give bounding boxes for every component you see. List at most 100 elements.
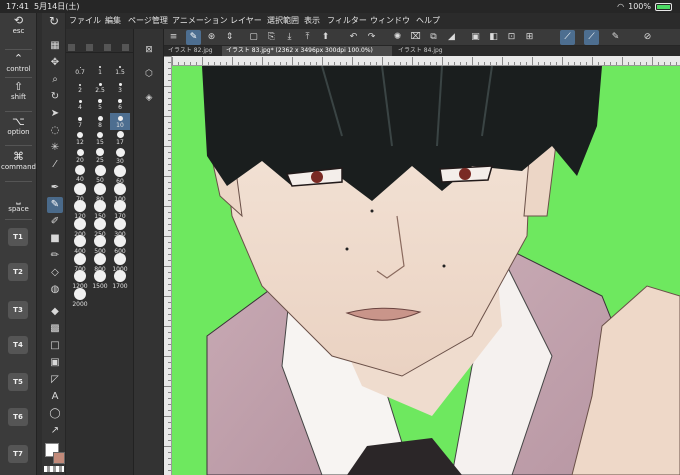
new-file-icon[interactable]: ▢	[246, 30, 261, 45]
brush-size-option[interactable]: 120	[70, 200, 90, 220]
eraser-icon[interactable]: ◇	[47, 265, 63, 281]
clear-icon[interactable]: ⌧	[408, 30, 423, 45]
tab-illust-84[interactable]: イラスト 84.jpg	[394, 46, 454, 56]
t6-key[interactable]: T6	[8, 408, 28, 426]
transparent-color-chip[interactable]	[44, 466, 64, 472]
menu-edit[interactable]: 編集	[105, 13, 121, 29]
brush-size-option[interactable]: 1500	[90, 270, 110, 290]
brush-size-option[interactable]: 200	[70, 217, 90, 238]
brush-size-option[interactable]: 1000	[110, 252, 130, 273]
brush-size-option[interactable]: 1700	[110, 270, 130, 290]
fit-icon[interactable]: ⊞	[522, 30, 537, 45]
esc-key[interactable]: ⟲ esc	[0, 15, 37, 36]
menu-layer[interactable]: レイヤー	[230, 13, 262, 29]
frame-icon[interactable]: ▣	[47, 355, 63, 371]
brush-size-option[interactable]: 8	[90, 113, 110, 131]
option-key[interactable]: ⌥ option	[0, 116, 37, 137]
ruler-icon[interactable]: ◸	[47, 372, 63, 388]
menu-selection[interactable]: 選択範囲	[267, 13, 299, 29]
decoration-icon[interactable]: ■	[47, 231, 63, 247]
command-key[interactable]: ⌘ command	[0, 151, 37, 172]
brush-mode-icon[interactable]: ✎	[186, 30, 201, 45]
t4-key[interactable]: T4	[8, 336, 28, 354]
space-key[interactable]: ⎵ space	[0, 193, 37, 214]
t3-key[interactable]: T3	[8, 301, 28, 319]
brush-size-option[interactable]: 20	[70, 148, 90, 166]
brush-size-option[interactable]: 600	[110, 235, 130, 255]
brush-size-option[interactable]: 40	[70, 165, 90, 183]
pen-settings-icon[interactable]: ✎	[608, 30, 623, 45]
brush-size-option[interactable]: 1200	[70, 270, 90, 290]
brush-size-option[interactable]: 2.5	[90, 78, 110, 96]
brush-size-option[interactable]: 300	[110, 217, 130, 238]
invert-icon[interactable]: ◧	[486, 30, 501, 45]
text-icon[interactable]: A	[47, 389, 63, 405]
control-key[interactable]: ⌃ control	[0, 53, 37, 74]
export-icon[interactable]: ⤒	[300, 30, 315, 45]
gradient-icon[interactable]: ▩	[47, 321, 63, 337]
drawing-canvas[interactable]	[172, 66, 680, 475]
correction-icon[interactable]: ↗	[47, 423, 63, 439]
transform-icon[interactable]: ⇕	[222, 30, 237, 45]
menu-page[interactable]: ページ管理	[128, 13, 168, 29]
brush-size-option[interactable]: 60	[110, 165, 130, 185]
menu-window[interactable]: ウィンドウ	[370, 13, 410, 29]
ruler-snap-icon[interactable]: ⟋	[560, 30, 575, 45]
copy-icon[interactable]: ⧉	[426, 30, 441, 45]
brush-size-option[interactable]: 700	[70, 252, 90, 273]
brush-size-option[interactable]: 150	[90, 200, 110, 220]
figure-icon[interactable]: □	[47, 338, 63, 354]
hamburger-icon[interactable]: ≡	[166, 30, 181, 45]
brush-size-option[interactable]: 400	[70, 235, 90, 255]
brush-size-option[interactable]: 1	[90, 60, 110, 78]
lasso-icon[interactable]: ◌	[47, 123, 63, 139]
t1-key[interactable]: T1	[8, 228, 28, 246]
menu-file[interactable]: ファイル	[69, 13, 101, 29]
fill-icon[interactable]: ◆	[47, 304, 63, 320]
brush-size-option[interactable]: 6	[110, 95, 130, 113]
blend-icon[interactable]: ◍	[47, 282, 63, 298]
crop-icon[interactable]: ⊡	[504, 30, 519, 45]
open-file-icon[interactable]: ⎘	[264, 30, 279, 45]
menu-animation[interactable]: アニメーション	[172, 13, 228, 29]
brush-size-option[interactable]: 800	[90, 252, 110, 273]
brush-size-option[interactable]: 2	[70, 78, 90, 96]
cube-icon[interactable]: ⬡	[143, 68, 155, 80]
t7-key[interactable]: T7	[8, 445, 28, 463]
t5-key[interactable]: T5	[8, 373, 28, 391]
edit-icon[interactable]: ⊘	[640, 30, 655, 45]
magic-wand-icon[interactable]: ✳	[47, 140, 63, 156]
brush-size-option[interactable]: 15	[90, 130, 110, 148]
brush-size-option[interactable]: 1.5	[110, 60, 130, 78]
fill-bucket-icon[interactable]: ◢	[444, 30, 459, 45]
selection-layer-icon[interactable]: ▣	[468, 30, 483, 45]
brush-size-option[interactable]: 5	[90, 95, 110, 113]
brush-size-option[interactable]: 250	[90, 217, 110, 238]
brush-size-option[interactable]: 25	[90, 147, 110, 166]
menu-grid-icon[interactable]: ▦	[47, 38, 63, 54]
menu-filter[interactable]: フィルター	[327, 13, 367, 29]
airbrush-icon[interactable]: ✐	[47, 214, 63, 230]
save-icon[interactable]: ⤓	[282, 30, 297, 45]
brush-size-option[interactable]: 30	[110, 147, 130, 166]
balloon-icon[interactable]: ◯	[47, 406, 63, 422]
link-icon[interactable]: ⊛	[204, 30, 219, 45]
brush-size-option[interactable]: 80	[90, 182, 110, 203]
brush-size-option[interactable]: 100	[110, 182, 130, 203]
brush-size-option[interactable]: 4	[70, 95, 90, 113]
menu-view[interactable]: 表示	[304, 13, 320, 29]
t2-key[interactable]: T2	[8, 263, 28, 281]
rotate-icon[interactable]: ↻	[47, 89, 63, 105]
tab-illust-82[interactable]: イラスト 82.jpg	[164, 46, 220, 56]
pen-icon[interactable]: ✒	[47, 180, 63, 196]
brush-size-option[interactable]: 500	[90, 235, 110, 255]
object-select-icon[interactable]: ➤	[47, 106, 63, 122]
brush-size-option[interactable]: 0.7	[70, 60, 90, 78]
brush-size-option[interactable]: 12	[70, 130, 90, 148]
zoom-icon[interactable]: ⌕	[47, 72, 63, 88]
brush-size-option[interactable]: 50	[90, 165, 110, 184]
share-icon[interactable]: ⬆	[318, 30, 333, 45]
brush-size-option[interactable]: 7	[70, 113, 90, 131]
menu-help[interactable]: ヘルプ	[416, 13, 440, 29]
undo-icon[interactable]: ↶	[346, 30, 361, 45]
